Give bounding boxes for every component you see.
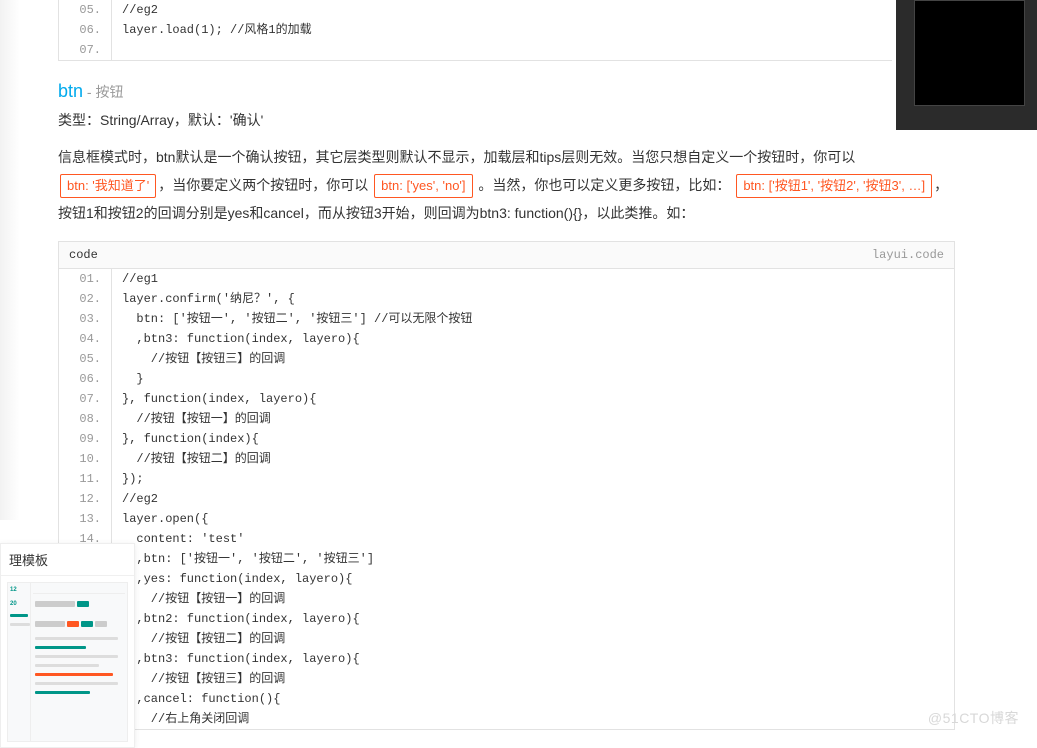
code-line: 07. (59, 40, 954, 60)
line-code: //eg2 (112, 489, 158, 509)
code-line: 11.}); (59, 469, 954, 489)
paragraph-text: ，当你要定义两个按钮时，你可以 (158, 177, 372, 193)
code-line: //按钮【按钮一】的回调 (59, 589, 954, 609)
btn-anchor-link[interactable]: btn (58, 81, 83, 101)
code-line: 14. content: 'test' (59, 529, 954, 549)
thumb-stat-1: 12 (10, 587, 28, 593)
right-dark-panel (892, 0, 1037, 130)
code-line: 09.}, function(index){ (59, 429, 954, 449)
line-code: //按钮【按钮三】的回调 (112, 669, 285, 689)
line-code: layer.confirm('纳尼？', { (112, 289, 295, 309)
line-code: ,btn2: function(index, layero){ (112, 609, 360, 629)
line-number: 09. (59, 429, 112, 449)
line-code: ,btn: ['按钮一', '按钮二', '按钮三'] (112, 549, 374, 569)
code-line: 02.layer.confirm('纳尼？', { (59, 289, 954, 309)
code-block-main: code layui.code 01.//eg102.layer.confirm… (58, 241, 955, 730)
line-number: 01. (59, 269, 112, 289)
line-number: 02. (59, 289, 112, 309)
line-number: 11. (59, 469, 112, 489)
code-line: 04. ,btn3: function(index, layero){ (59, 329, 954, 349)
line-code: //按钮【按钮一】的回调 (112, 589, 285, 609)
line-number: 10. (59, 449, 112, 469)
paragraph-text: 信息框模式时，btn默认是一个确认按钮，其它层类型则默认不显示，加载层和tips… (58, 149, 855, 165)
thumbnail-body: 12 20 (1, 576, 134, 748)
code-line: 06.layer.load(1); //风格1的加载 (59, 20, 954, 40)
line-number: 05. (59, 349, 112, 369)
line-code: }, function(index){ (112, 429, 259, 449)
line-code: btn: ['按钮一', '按钮二', '按钮三'] //可以无限个按钮 (112, 309, 472, 329)
line-number: 03. (59, 309, 112, 329)
code-line: 13.layer.open({ (59, 509, 954, 529)
code-line: //右上角关闭回调 (59, 709, 954, 729)
code-line: 08. //按钮【按钮一】的回调 (59, 409, 954, 429)
code-line: //按钮【按钮三】的回调 (59, 669, 954, 689)
line-code: layer.open({ (112, 509, 208, 529)
thumb-stat-2: 20 (10, 601, 28, 607)
section-heading: btn - 按钮 (58, 81, 955, 102)
line-code: } (112, 369, 144, 389)
line-number: 06. (59, 20, 112, 40)
line-number: 05. (59, 0, 112, 20)
line-number: 08. (59, 409, 112, 429)
code-header-left: code (69, 248, 98, 262)
article-content: 05.//eg206.layer.load(1); //风格1的加载07. bt… (0, 0, 955, 730)
code-line: //按钮【按钮二】的回调 (59, 629, 954, 649)
paragraph-text: 。当然，你也可以定义更多按钮，比如： (475, 177, 735, 193)
line-number: 13. (59, 509, 112, 529)
section-subtitle: - 按钮 (87, 84, 124, 100)
line-code: ,btn3: function(index, layero){ (112, 649, 360, 669)
line-code: //按钮【按钮二】的回调 (112, 629, 285, 649)
code-line: ,cancel: function(){ (59, 689, 954, 709)
inline-code-highlight: btn: ['yes', 'no'] (374, 174, 472, 198)
code-header-right: layui.code (872, 248, 944, 262)
inline-code-highlight: btn: '我知道了' (60, 174, 156, 198)
code-line: 12.//eg2 (59, 489, 954, 509)
watermark-text: @51CTO博客 (928, 708, 1019, 728)
code-line: ,yes: function(index, layero){ (59, 569, 954, 589)
line-code: ,yes: function(index, layero){ (112, 569, 352, 589)
line-number: 04. (59, 329, 112, 349)
code-line: 05.//eg2 (59, 0, 954, 20)
page-gutter-shadow (0, 0, 20, 520)
line-code: //按钮【按钮三】的回调 (112, 349, 285, 369)
line-code: //按钮【按钮一】的回调 (112, 409, 271, 429)
right-dark-inset (914, 0, 1025, 106)
type-description: 类型：String/Array，默认：'确认' (58, 108, 955, 133)
code-line: 06. } (59, 369, 954, 389)
line-code: }, function(index, layero){ (112, 389, 316, 409)
code-line: 03. btn: ['按钮一', '按钮二', '按钮三'] //可以无限个按钮 (59, 309, 954, 329)
code-line: 10. //按钮【按钮二】的回调 (59, 449, 954, 469)
line-code: ,btn3: function(index, layero){ (112, 329, 360, 349)
code-line: ,btn3: function(index, layero){ (59, 649, 954, 669)
code-block-top: 05.//eg206.layer.load(1); //风格1的加载07. (58, 0, 955, 61)
thumbnail-dashboard: 12 20 (7, 582, 128, 742)
line-number: 07. (59, 389, 112, 409)
code-line: 01.//eg1 (59, 269, 954, 289)
line-code: //eg2 (112, 0, 158, 20)
inline-code-highlight: btn: ['按钮1', '按钮2', '按钮3', …] (736, 174, 932, 198)
line-code: }); (112, 469, 144, 489)
code-header: code layui.code (59, 242, 954, 269)
code-line: 05. //按钮【按钮三】的回调 (59, 349, 954, 369)
line-number: 07. (59, 40, 112, 60)
line-number: 12. (59, 489, 112, 509)
code-line: 15. ,btn: ['按钮一', '按钮二', '按钮三'] (59, 549, 954, 569)
code-line: ,btn2: function(index, layero){ (59, 609, 954, 629)
line-code: //eg1 (112, 269, 158, 289)
line-code: //按钮【按钮二】的回调 (112, 449, 271, 469)
line-number: 06. (59, 369, 112, 389)
thumbnail-title: 理模板 (1, 544, 134, 576)
line-code: ,cancel: function(){ (112, 689, 280, 709)
thumbnail-card[interactable]: 理模板 12 20 (0, 543, 135, 748)
line-code: layer.load(1); //风格1的加载 (112, 20, 312, 40)
code-line: 07.}, function(index, layero){ (59, 389, 954, 409)
section-paragraph: 信息框模式时，btn默认是一个确认按钮，其它层类型则默认不显示，加载层和tips… (58, 143, 955, 227)
